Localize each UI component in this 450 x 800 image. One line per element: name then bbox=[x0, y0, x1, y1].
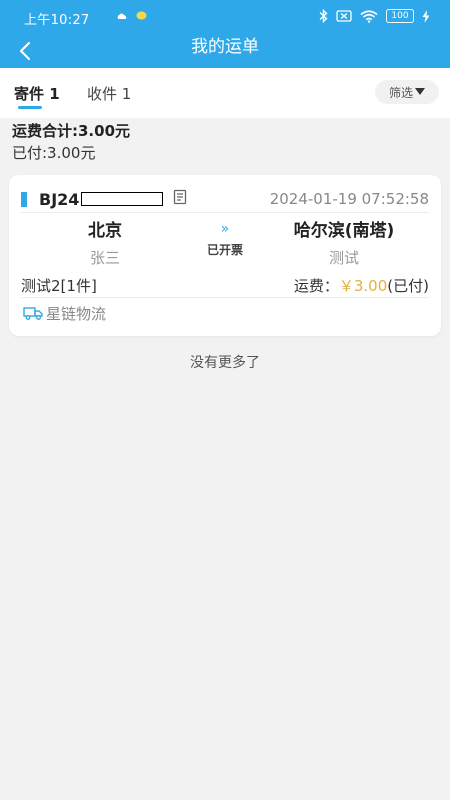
divider bbox=[21, 212, 429, 213]
tab-send[interactable]: 寄件 1 bbox=[14, 83, 60, 104]
order-date: 2024-01-19 07:52:58 bbox=[269, 190, 429, 208]
page-title: 我的运单 bbox=[191, 37, 259, 57]
nav-bar: 我的运单 bbox=[0, 34, 450, 68]
top-bar: 上午10:27 100 我的运单 bbox=[0, 0, 450, 68]
status-bar: 上午10:27 100 bbox=[0, 0, 450, 34]
status-time: 上午10:27 bbox=[24, 13, 90, 28]
sim-off-icon bbox=[336, 10, 352, 22]
status-app-icons bbox=[116, 11, 147, 21]
caret-down-icon bbox=[415, 88, 425, 95]
wifi-icon bbox=[360, 9, 378, 23]
paid-total: 已付:3.00元 bbox=[12, 144, 96, 162]
order-number: BJ24 bbox=[39, 190, 80, 209]
invoice-status: 已开票 bbox=[206, 243, 243, 257]
receiver-name: 测试 bbox=[328, 249, 359, 267]
tab-bar: 寄件 1 收件 1 筛选 bbox=[0, 68, 450, 118]
freight-info: 运费：￥3.00(已付) bbox=[294, 275, 429, 296]
carrier-name: 星链物流 bbox=[46, 305, 107, 323]
freight-label: 运费： bbox=[293, 277, 339, 295]
freight-total: 运费合计:3.00元 bbox=[12, 122, 131, 140]
battery-level: 100 bbox=[391, 10, 409, 21]
charging-icon bbox=[422, 9, 430, 23]
truck-icon bbox=[23, 307, 43, 320]
no-more-text: 没有更多了 bbox=[190, 355, 260, 371]
sender-name: 张三 bbox=[89, 249, 120, 267]
order-marker bbox=[21, 192, 27, 207]
freight-price: ￥3.00 bbox=[338, 277, 388, 295]
divider bbox=[21, 297, 429, 298]
route-arrow-icon: » bbox=[220, 221, 230, 237]
weather-icon bbox=[117, 13, 127, 19]
document-icon[interactable] bbox=[172, 189, 188, 205]
order-card[interactable]: BJ24 2024-01-19 07:52:58 北京 张三 » 已开票 哈尔滨… bbox=[9, 175, 441, 336]
filter-label: 筛选 bbox=[388, 85, 413, 100]
destination-city: 哈尔滨(南塔) bbox=[293, 221, 395, 241]
filter-button[interactable]: 筛选 bbox=[375, 80, 439, 104]
order-number-redaction bbox=[81, 192, 163, 206]
freight-summary: 运费合计:3.00元 已付:3.00元 bbox=[12, 120, 432, 164]
bluetooth-icon bbox=[319, 9, 328, 23]
status-right-icons: 100 bbox=[319, 9, 430, 23]
tab-active-indicator bbox=[18, 106, 42, 109]
origin-city: 北京 bbox=[88, 221, 122, 241]
battery-icon: 100 bbox=[386, 9, 414, 23]
chat-icon bbox=[136, 11, 147, 20]
tab-receive[interactable]: 收件 1 bbox=[87, 83, 131, 104]
item-description: 测试2[1件] bbox=[21, 277, 97, 295]
payment-status: (已付) bbox=[387, 277, 429, 295]
